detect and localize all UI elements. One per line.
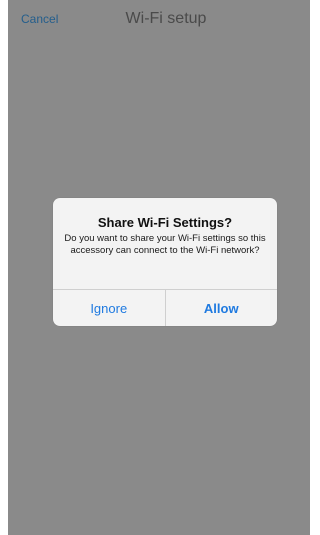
alert-message: Do you want to share your Wi-Fi settings… xyxy=(64,233,266,256)
ignore-button[interactable]: Ignore xyxy=(53,290,165,326)
device-screen: Cancel Wi-Fi setup Share Wi-Fi Settings?… xyxy=(8,0,310,535)
navigation-bar: Cancel Wi-Fi setup xyxy=(8,0,310,40)
alert-actions: Ignore Allow xyxy=(53,289,277,326)
share-wifi-alert: Share Wi-Fi Settings? Do you want to sha… xyxy=(53,198,277,326)
alert-title: Share Wi-Fi Settings? xyxy=(97,215,233,230)
allow-button[interactable]: Allow xyxy=(164,290,278,326)
alert-body: Share Wi-Fi Settings? Do you want to sha… xyxy=(53,198,277,290)
page-title: Wi-Fi setup xyxy=(125,10,207,27)
